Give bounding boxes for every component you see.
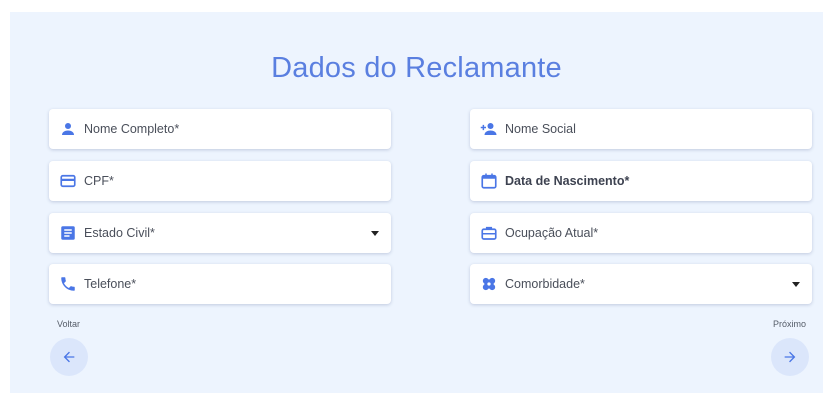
cpf-label: CPF* bbox=[84, 174, 114, 188]
next-label: Próximo bbox=[773, 319, 807, 329]
next-button[interactable] bbox=[771, 338, 809, 376]
full-name-field[interactable]: Nome Completo* bbox=[49, 109, 391, 149]
comorbidity-label: Comorbidade* bbox=[505, 277, 585, 291]
page-title: Dados do Reclamante bbox=[271, 52, 562, 84]
birth-date-label: Data de Nascimento* bbox=[505, 174, 630, 188]
occupation-field[interactable]: Ocupação Atual* bbox=[470, 213, 812, 253]
phone-label: Telefone* bbox=[84, 277, 137, 291]
back-button[interactable] bbox=[50, 338, 88, 376]
chevron-down-icon[interactable] bbox=[792, 281, 800, 287]
phone-field[interactable]: Telefone* bbox=[49, 264, 391, 304]
back-label: Voltar bbox=[57, 319, 81, 329]
credit-card-icon bbox=[59, 172, 77, 190]
arrow-left-icon bbox=[63, 351, 75, 363]
social-name-field[interactable]: Nome Social bbox=[470, 109, 812, 149]
social-name-label: Nome Social bbox=[505, 122, 576, 136]
birth-date-field[interactable]: Data de Nascimento* bbox=[470, 161, 812, 201]
briefcase-icon bbox=[480, 224, 498, 242]
full-name-label: Nome Completo* bbox=[84, 122, 180, 136]
cpf-field[interactable]: CPF* bbox=[49, 161, 391, 201]
marital-status-label: Estado Civil* bbox=[84, 226, 155, 240]
arrow-right-icon bbox=[784, 351, 796, 363]
chevron-down-icon[interactable] bbox=[371, 230, 379, 236]
comorbidity-select[interactable]: Comorbidade* bbox=[470, 264, 812, 304]
bandage-icon bbox=[480, 275, 498, 293]
document-icon bbox=[59, 224, 77, 242]
person-icon bbox=[59, 120, 77, 138]
person-add-icon bbox=[480, 120, 498, 138]
calendar-icon bbox=[480, 172, 498, 190]
phone-icon bbox=[59, 275, 77, 293]
marital-status-select[interactable]: Estado Civil* bbox=[49, 213, 391, 253]
occupation-label: Ocupação Atual* bbox=[505, 226, 599, 240]
